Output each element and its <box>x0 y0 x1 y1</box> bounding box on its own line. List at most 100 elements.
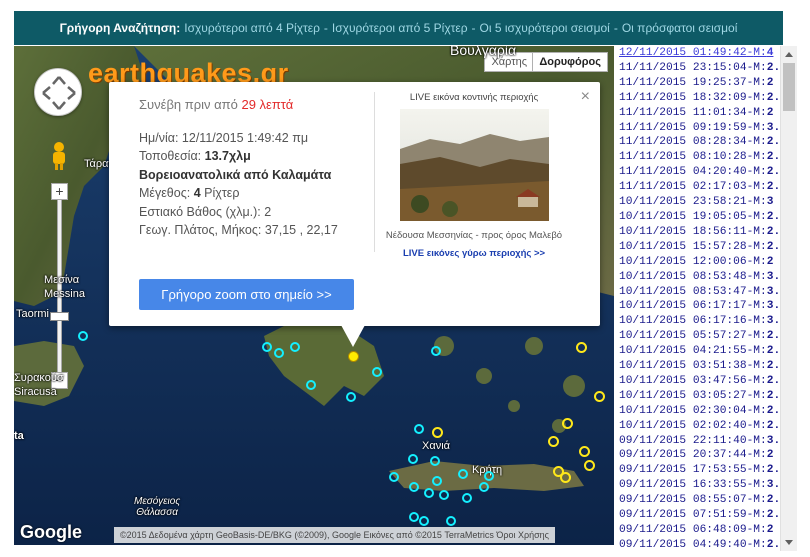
quake-list-item[interactable]: 09/11/2015 20:37:44 - M: 2 <box>619 448 780 463</box>
quake-marker-active[interactable] <box>348 351 359 362</box>
quake-list-item[interactable]: 11/11/2015 11:01:34 - M: 2 <box>619 106 780 121</box>
quake-list-item[interactable]: 10/11/2015 06:17:16 - M:3.3 <box>619 314 780 329</box>
quake-marker[interactable] <box>306 380 316 390</box>
quake-list-item[interactable]: 11/11/2015 09:19:59 - M:3.2 <box>619 121 780 136</box>
quake-list-item[interactable]: 09/11/2015 17:53:55 - M:2.9 <box>619 463 780 478</box>
quake-marker[interactable] <box>424 488 434 498</box>
quake-marker[interactable] <box>419 516 429 526</box>
street-view-pegman-icon[interactable] <box>49 141 69 171</box>
scroll-up-icon[interactable] <box>785 52 793 57</box>
quake-list-item[interactable]: 10/11/2015 05:57:27 - M:2.1 <box>619 329 780 344</box>
webcam-image[interactable] <box>399 109 549 221</box>
quake-marker[interactable] <box>431 346 441 356</box>
quake-list-item[interactable]: 10/11/2015 12:00:06 - M: 2 <box>619 255 780 270</box>
quake-marker[interactable] <box>594 391 605 402</box>
quake-marker[interactable] <box>432 476 442 486</box>
quake-list-item[interactable]: 10/11/2015 04:21:55 - M:2.2 <box>619 344 780 359</box>
quake-list-item[interactable]: 11/11/2015 18:32:09 - M:2.1 <box>619 91 780 106</box>
quake-list-item[interactable]: 11/11/2015 08:10:28 - M:2.2 <box>619 150 780 165</box>
link-recent-quakes[interactable]: Οι πρόσφατοι σεισμοί <box>622 21 738 35</box>
quake-marker[interactable] <box>439 490 449 500</box>
quake-list-item[interactable]: 10/11/2015 08:53:48 - M:3.4 <box>619 270 780 285</box>
quake-marker[interactable] <box>446 516 456 526</box>
quake-list-item[interactable]: 09/11/2015 22:11:40 - M:3.5 <box>619 434 780 449</box>
quake-list-item[interactable]: 09/11/2015 06:48:09 - M: 2 <box>619 523 780 538</box>
quake-marker[interactable] <box>372 367 382 377</box>
quake-time: 04:20:40 <box>692 166 747 179</box>
quick-search-separator: - <box>323 21 328 35</box>
quake-marker[interactable] <box>576 342 587 353</box>
quake-marker[interactable] <box>274 348 284 358</box>
quake-marker[interactable] <box>414 424 424 434</box>
quake-list-item[interactable]: 10/11/2015 03:51:38 - M:2.3 <box>619 359 780 374</box>
quake-magnitude: 2 <box>766 449 774 462</box>
link-stronger-than-5[interactable]: Ισχυρότεροι από 5 Ρίχτερ <box>332 21 468 35</box>
link-stronger-than-4[interactable]: Ισχυρότεροι από 4 Ρίχτερ <box>184 21 320 35</box>
info-window-pointer <box>341 325 365 347</box>
quake-marker[interactable] <box>389 472 399 482</box>
quake-list-item[interactable]: 10/11/2015 19:05:05 - M:2.2 <box>619 210 780 225</box>
quake-magnitude: 2 <box>766 255 774 268</box>
quake-marker[interactable] <box>290 342 300 352</box>
quake-marker[interactable] <box>432 427 443 438</box>
quake-date: 10/11/2015 <box>619 270 687 283</box>
map-type-satellite-button[interactable]: Δορυφόρος <box>532 52 608 72</box>
quake-list-item[interactable]: 10/11/2015 06:17:17 - M:3.7 <box>619 299 780 314</box>
quake-list-item[interactable]: 12/11/2015 01:49:42 - M: 4 <box>619 46 780 61</box>
quake-list-item[interactable]: 10/11/2015 03:05:27 - M:2.4 <box>619 389 780 404</box>
quake-marker[interactable] <box>430 456 440 466</box>
quake-marker[interactable] <box>462 493 472 503</box>
quake-mag-prefix: M: <box>753 225 767 238</box>
quake-marker[interactable] <box>458 469 468 479</box>
quake-marker[interactable] <box>409 512 419 522</box>
quake-list-item[interactable]: 11/11/2015 23:15:04 - M:2.9 <box>619 61 780 76</box>
quake-list-item[interactable]: 09/11/2015 07:51:59 - M:2.9 <box>619 508 780 523</box>
quake-list-item[interactable]: 10/11/2015 23:58:21 - M: 3 <box>619 195 780 210</box>
quake-magnitude: 3 <box>766 196 774 209</box>
zoom-in-button[interactable]: + <box>51 183 68 200</box>
link-top-5-quakes[interactable]: Οι 5 ισχυρότεροι σεισμοί <box>480 21 610 35</box>
quake-marker[interactable] <box>408 454 418 464</box>
quake-marker[interactable] <box>484 471 494 481</box>
zoom-slider-track[interactable] <box>57 190 62 382</box>
list-scrollbar[interactable] <box>780 46 797 551</box>
quake-marker[interactable] <box>579 446 590 457</box>
quake-marker[interactable] <box>346 392 356 402</box>
close-icon[interactable]: × <box>581 88 590 106</box>
quake-magnitude: 2.3 <box>766 360 780 373</box>
quick-zoom-button[interactable]: Γρήγορο zoom στο σημείο >> <box>139 279 354 310</box>
quake-list-item[interactable]: 10/11/2015 18:56:11 - M:2.3 <box>619 225 780 240</box>
quake-list-item[interactable]: 09/11/2015 16:33:55 - M:3.1 <box>619 478 780 493</box>
live-images-link[interactable]: LIVE εικόνες γύρω περιοχής >> <box>379 248 569 259</box>
quake-mag-prefix: M: <box>753 181 767 194</box>
quake-list-item[interactable]: 11/11/2015 04:20:40 - M:2.5 <box>619 165 780 180</box>
place-label-taormina: Taormi <box>16 308 50 320</box>
quake-list-item[interactable]: 11/11/2015 19:25:37 - M: 2 <box>619 76 780 91</box>
quake-list-item[interactable]: 10/11/2015 02:30:04 - M:2.3 <box>619 404 780 419</box>
quake-marker[interactable] <box>562 418 573 429</box>
quake-list-item[interactable]: 09/11/2015 08:55:07 - M:2.2 <box>619 493 780 508</box>
earthquake-list[interactable]: 12/11/2015 01:49:42 - M: 4 11/11/2015 23:1… <box>619 46 780 551</box>
zoom-slider-thumb[interactable] <box>50 312 69 321</box>
pan-control[interactable] <box>34 68 82 116</box>
quake-marker[interactable] <box>78 331 88 341</box>
quake-list-item[interactable]: 09/11/2015 04:49:40 - M:2.5 <box>619 538 780 551</box>
quake-date: 09/11/2015 <box>619 479 687 492</box>
quake-marker[interactable] <box>409 482 419 492</box>
quake-list-item[interactable]: 10/11/2015 03:47:56 - M:2.6 <box>619 374 780 389</box>
quake-list-item[interactable]: 10/11/2015 08:53:47 - M:3.5 <box>619 285 780 300</box>
quake-list-item[interactable]: 11/11/2015 08:28:34 - M:2.2 <box>619 135 780 150</box>
quake-list-item[interactable]: 10/11/2015 15:57:28 - M:2.3 <box>619 240 780 255</box>
quake-marker[interactable] <box>560 472 571 483</box>
quake-mag-prefix: M: <box>753 106 767 119</box>
quake-marker[interactable] <box>262 342 272 352</box>
quake-marker[interactable] <box>479 482 489 492</box>
quake-list-item[interactable]: 10/11/2015 02:02:40 - M:2.2 <box>619 419 780 434</box>
quake-date: 09/11/2015 <box>619 434 687 447</box>
quake-list-item[interactable]: 11/11/2015 02:17:03 - M:2.2 <box>619 180 780 195</box>
scroll-thumb[interactable] <box>783 63 795 111</box>
quake-marker[interactable] <box>548 436 559 447</box>
quake-marker[interactable] <box>584 460 595 471</box>
location-row: Τοποθεσία: 13.7χλμ <box>139 149 251 163</box>
scroll-down-icon[interactable] <box>785 540 793 545</box>
